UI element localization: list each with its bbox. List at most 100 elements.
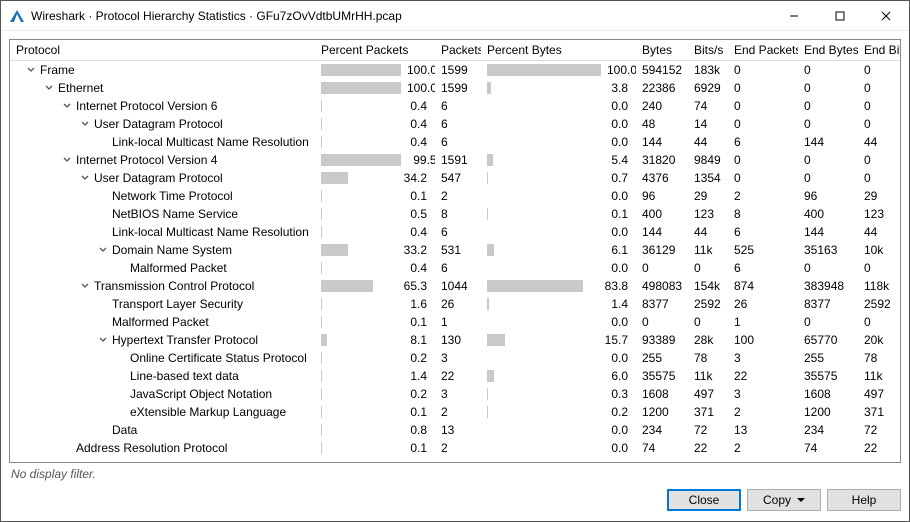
table-row[interactable]: Malformed Packet0.460.000600 xyxy=(10,259,901,277)
bytes-value: 35575 xyxy=(636,367,688,385)
percent-packets-value: 0.1 xyxy=(393,315,429,329)
end-packets-value: 6 xyxy=(728,259,798,277)
protocol-label: Address Resolution Protocol xyxy=(76,441,227,455)
table-row[interactable]: JavaScript Object Notation0.230.31608497… xyxy=(10,385,901,403)
percent-bytes-value: 0.0 xyxy=(594,261,630,275)
percent-packets-value: 0.8 xyxy=(393,423,429,437)
end-packets-value: 0 xyxy=(728,61,798,79)
bits-value: 44 xyxy=(688,223,728,241)
button-row: Close Copy Help xyxy=(9,483,901,513)
protocol-label: Malformed Packet xyxy=(130,261,227,275)
end-bits-value: 0 xyxy=(858,79,901,97)
table-row[interactable]: Link-local Multicast Name Resolution0.46… xyxy=(10,133,901,151)
percent-bytes-value: 3.8 xyxy=(594,81,630,95)
percent-packets-value: 1.6 xyxy=(393,297,429,311)
packets-value: 13 xyxy=(435,421,481,439)
table-row[interactable]: Malformed Packet0.110.000100 xyxy=(10,313,901,331)
percent-packets-value: 0.4 xyxy=(393,99,429,113)
col-percent-bytes[interactable]: Percent Bytes xyxy=(481,40,636,61)
close-button[interactable]: Close xyxy=(667,489,741,511)
table-row[interactable]: eXtensible Markup Language0.120.21200371… xyxy=(10,403,901,421)
protocol-table-container[interactable]: Protocol Percent Packets Packets Percent… xyxy=(9,39,901,463)
col-protocol[interactable]: Protocol xyxy=(10,40,315,61)
chevron-down-icon[interactable] xyxy=(60,154,72,166)
end-bits-value: 0 xyxy=(858,61,901,79)
percent-bytes-value: 83.8 xyxy=(594,279,630,293)
table-row[interactable]: Hypertext Transfer Protocol8.113015.7933… xyxy=(10,331,901,349)
bits-value: 78 xyxy=(688,349,728,367)
col-packets[interactable]: Packets xyxy=(435,40,481,61)
end-packets-value: 100 xyxy=(728,331,798,349)
maximize-button[interactable] xyxy=(817,1,863,31)
chevron-down-icon[interactable] xyxy=(60,100,72,112)
bytes-value: 234 xyxy=(636,421,688,439)
percent-packets-value: 0.4 xyxy=(393,261,429,275)
bits-value: 123 xyxy=(688,205,728,223)
table-row[interactable]: Ethernet100.015993.8223866929000 xyxy=(10,79,901,97)
bits-value: 1354 xyxy=(688,169,728,187)
table-row[interactable]: Online Certificate Status Protocol0.230.… xyxy=(10,349,901,367)
chevron-down-icon[interactable] xyxy=(96,334,108,346)
end-bytes-value: 0 xyxy=(798,259,858,277)
table-row[interactable]: Data0.8130.0234721323472 xyxy=(10,421,901,439)
protocol-label: Ethernet xyxy=(58,81,103,95)
chevron-down-icon[interactable] xyxy=(78,172,90,184)
table-row[interactable]: Link-local Multicast Name Resolution0.46… xyxy=(10,223,901,241)
chevron-down-icon[interactable] xyxy=(78,280,90,292)
protocol-label: eXtensible Markup Language xyxy=(130,405,286,419)
end-bits-value: 497 xyxy=(858,385,901,403)
chevron-down-icon[interactable] xyxy=(24,64,36,76)
table-row[interactable]: Address Resolution Protocol0.120.0742227… xyxy=(10,439,901,457)
minimize-button[interactable] xyxy=(771,1,817,31)
copy-button[interactable]: Copy xyxy=(747,489,821,511)
end-bytes-value: 383948 xyxy=(798,277,858,295)
table-row[interactable]: Domain Name System33.25316.13612911k5253… xyxy=(10,241,901,259)
close-window-button[interactable] xyxy=(863,1,909,31)
table-row[interactable]: Line-based text data1.4226.03557511k2235… xyxy=(10,367,901,385)
packets-value: 2 xyxy=(435,439,481,457)
bytes-value: 48 xyxy=(636,115,688,133)
packets-value: 3 xyxy=(435,349,481,367)
end-bytes-value: 255 xyxy=(798,349,858,367)
titlebar: Wireshark · Protocol Hierarchy Statistic… xyxy=(1,1,909,31)
bits-value: 28k xyxy=(688,331,728,349)
table-row[interactable]: Transmission Control Protocol65.3104483.… xyxy=(10,277,901,295)
end-bytes-value: 0 xyxy=(798,61,858,79)
col-end-packets[interactable]: End Packets xyxy=(728,40,798,61)
help-button[interactable]: Help xyxy=(827,489,901,511)
table-row[interactable]: User Datagram Protocol34.25470.743761354… xyxy=(10,169,901,187)
table-row[interactable]: Internet Protocol Version 499.515915.431… xyxy=(10,151,901,169)
chevron-down-icon xyxy=(114,388,126,400)
chevron-down-icon xyxy=(96,136,108,148)
bits-value: 74 xyxy=(688,97,728,115)
col-percent-packets[interactable]: Percent Packets xyxy=(315,40,435,61)
end-packets-value: 8 xyxy=(728,205,798,223)
col-bits-s[interactable]: Bits/s xyxy=(688,40,728,61)
table-row[interactable]: Transport Layer Security1.6261.483772592… xyxy=(10,295,901,313)
percent-bytes-value: 0.7 xyxy=(594,171,630,185)
protocol-table: Protocol Percent Packets Packets Percent… xyxy=(10,40,901,457)
col-bytes[interactable]: Bytes xyxy=(636,40,688,61)
protocol-label: Transmission Control Protocol xyxy=(94,279,254,293)
table-row[interactable]: Frame100.01599100.0594152183k000 xyxy=(10,61,901,79)
end-packets-value: 2 xyxy=(728,439,798,457)
col-end-bits-s[interactable]: End Bits/s xyxy=(858,40,901,61)
table-row[interactable]: NetBIOS Name Service0.580.14001238400123 xyxy=(10,205,901,223)
end-bytes-value: 144 xyxy=(798,223,858,241)
chevron-down-icon[interactable] xyxy=(42,82,54,94)
end-packets-value: 13 xyxy=(728,421,798,439)
table-row[interactable]: Network Time Protocol0.120.0962929629 xyxy=(10,187,901,205)
end-bytes-value: 35575 xyxy=(798,367,858,385)
col-end-bytes[interactable]: End Bytes xyxy=(798,40,858,61)
table-row[interactable]: User Datagram Protocol0.460.04814000 xyxy=(10,115,901,133)
bits-value: 371 xyxy=(688,403,728,421)
packets-value: 26 xyxy=(435,295,481,313)
percent-bytes-value: 15.7 xyxy=(594,333,630,347)
percent-bytes-value: 6.0 xyxy=(594,369,630,383)
chevron-down-icon[interactable] xyxy=(78,118,90,130)
end-packets-value: 2 xyxy=(728,187,798,205)
chevron-down-icon[interactable] xyxy=(96,244,108,256)
protocol-label: Link-local Multicast Name Resolution xyxy=(112,225,309,239)
table-row[interactable]: Internet Protocol Version 60.460.0240740… xyxy=(10,97,901,115)
percent-bytes-value: 0.0 xyxy=(594,441,630,455)
